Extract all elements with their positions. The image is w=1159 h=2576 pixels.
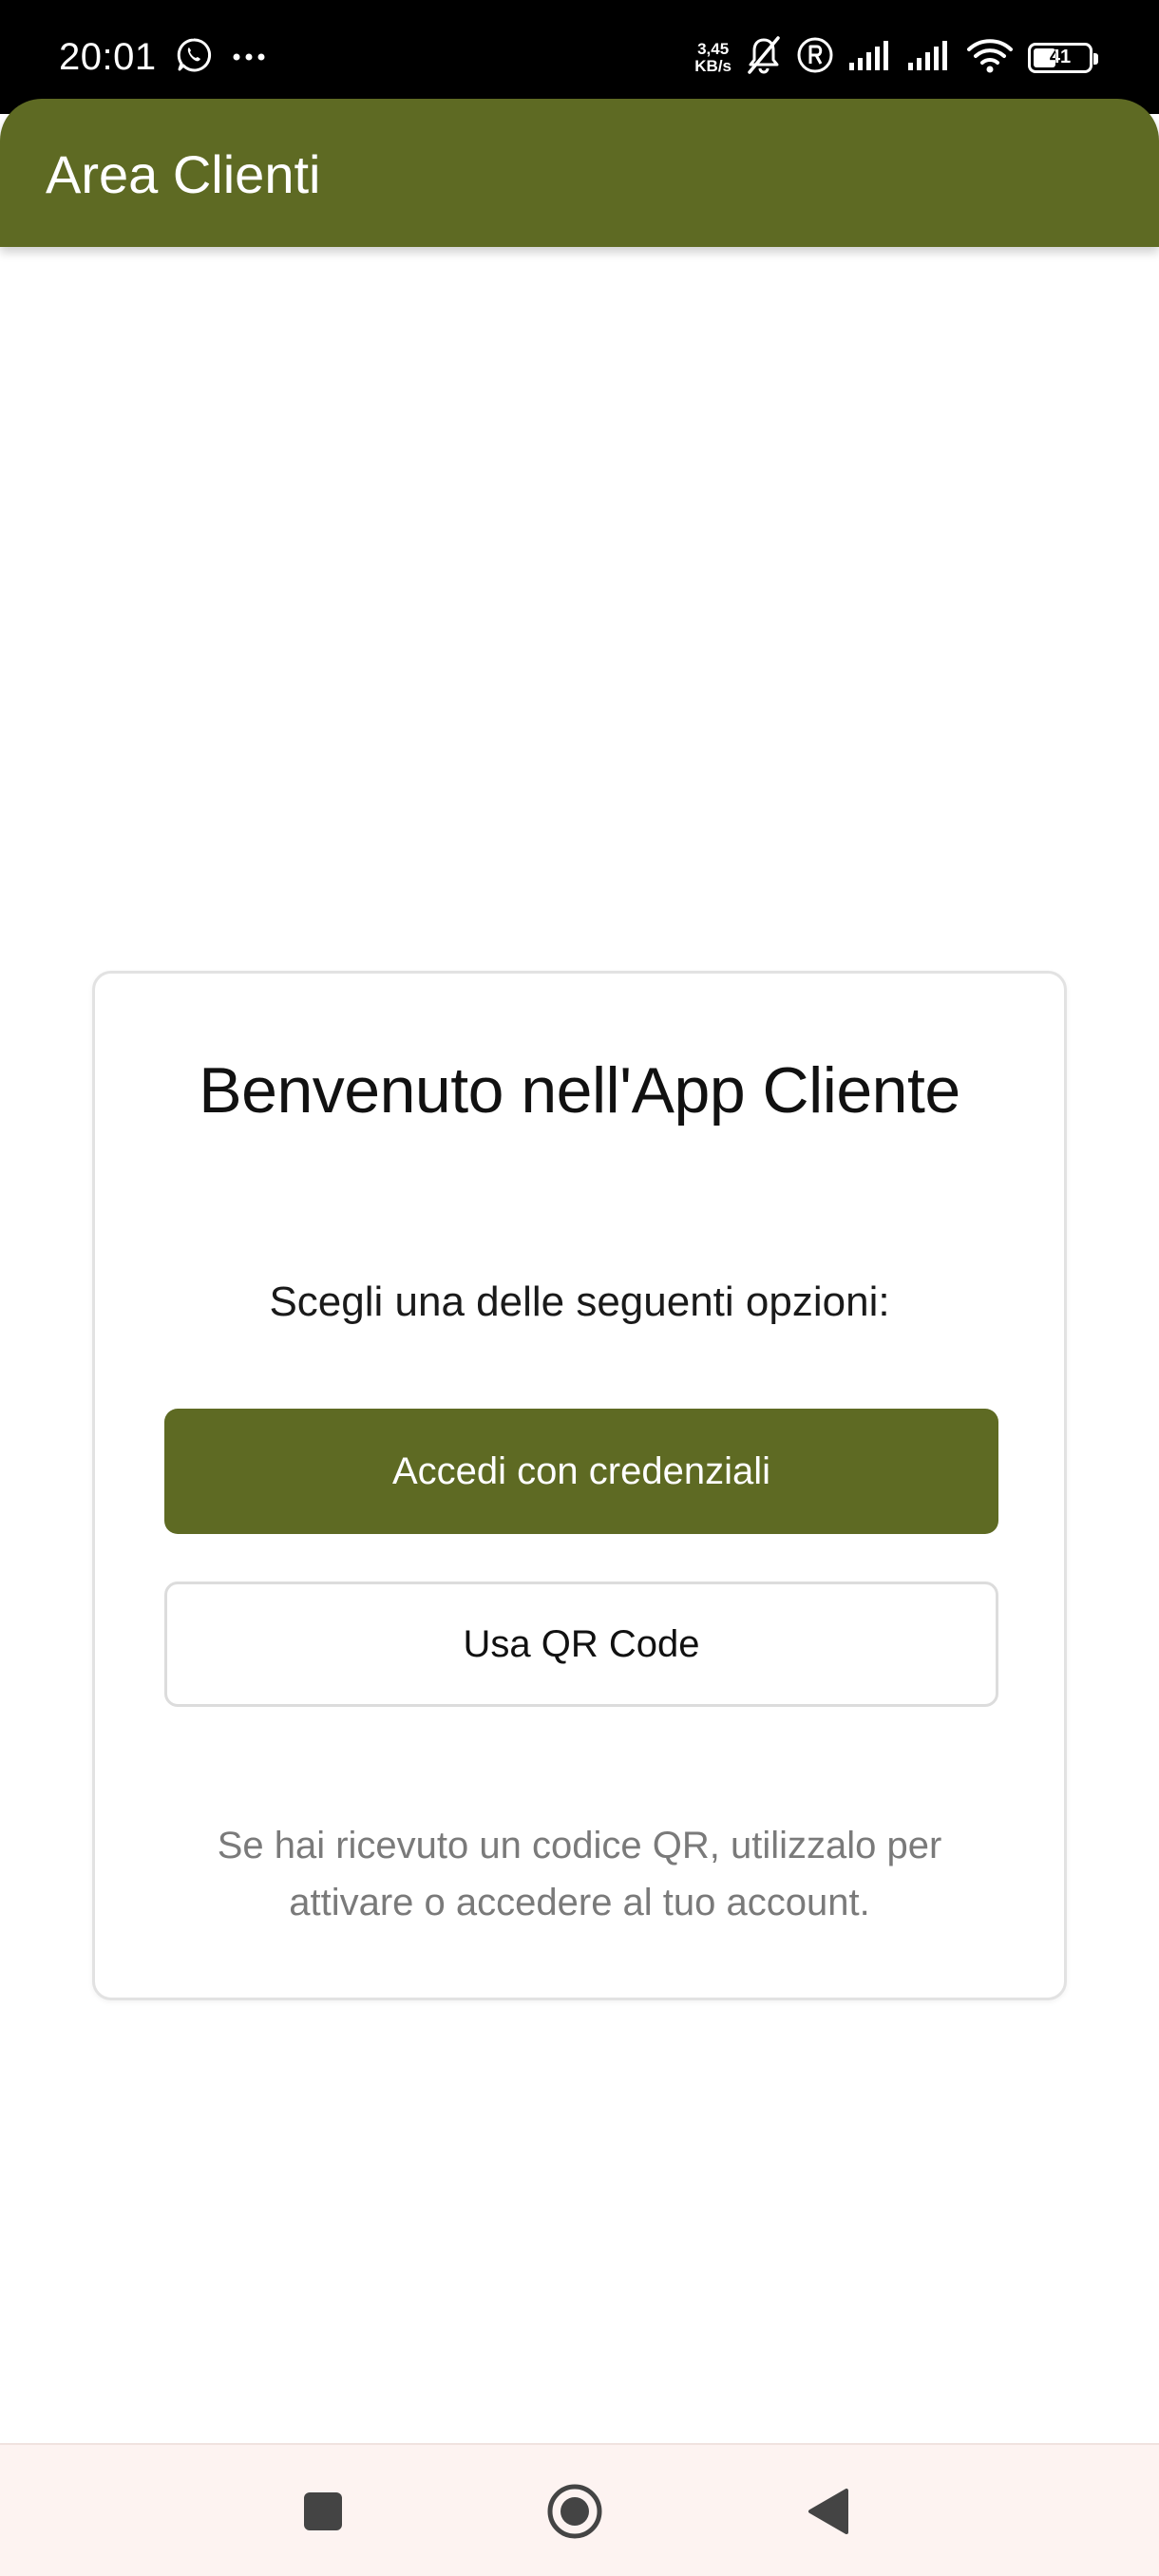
battery-level: 41: [1049, 47, 1072, 67]
wifi-icon: [965, 36, 1015, 79]
recents-square-icon[interactable]: [294, 2483, 352, 2540]
network-speed: 3,45 KB/s: [694, 39, 732, 75]
status-system-icons: 3,45 KB/s 41: [694, 34, 1098, 81]
more-dots-icon: [232, 49, 266, 66]
status-time: 20:01: [59, 36, 157, 78]
whatsapp-icon: [175, 36, 213, 79]
roaming-r-icon: [796, 36, 834, 79]
welcome-title: Benvenuto nell'App Cliente: [199, 1054, 960, 1127]
welcome-card: Benvenuto nell'App Cliente Scegli una de…: [92, 971, 1067, 2000]
mute-bell-icon: [745, 34, 783, 81]
signal-icon: [906, 40, 952, 75]
app-bar-title: Area Clienti: [46, 144, 321, 204]
signal-icon: [847, 40, 893, 75]
qr-code-button[interactable]: Usa QR Code: [164, 1582, 998, 1707]
status-notification-icons: [175, 36, 266, 79]
options-subtitle: Scegli una delle seguenti opzioni:: [269, 1279, 890, 1325]
network-speed-value: 3,45: [697, 39, 730, 58]
app-bar: Area Clienti: [0, 99, 1159, 247]
network-speed-unit: KB/s: [694, 56, 732, 75]
home-circle-icon[interactable]: [546, 2483, 603, 2540]
back-triangle-icon[interactable]: [800, 2483, 857, 2540]
qr-info-note: Se hai ricevuto un codice QR, utilizzalo…: [217, 1825, 942, 1923]
screen: 20:01 3,45 KB/s 41 Area Clienti Benvenut…: [0, 0, 1159, 2576]
login-credentials-button[interactable]: Accedi con credenziali: [164, 1409, 998, 1534]
status-bar: 20:01 3,45 KB/s 41: [0, 0, 1159, 114]
navigation-bar: [0, 2443, 1159, 2576]
battery-icon: 41: [1028, 42, 1098, 73]
